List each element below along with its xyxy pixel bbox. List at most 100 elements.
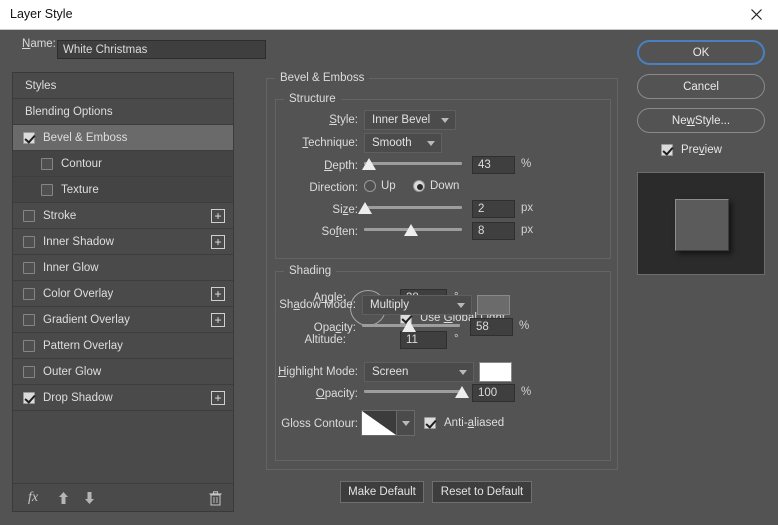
shadow-mode-value: Multiply [370,299,409,311]
gloss-contour-swatch[interactable] [361,410,397,436]
checkbox-indicator[interactable] [23,287,35,300]
effect-item-contour[interactable]: Contour [13,151,233,177]
highlight-opacity-value[interactable]: 100 [472,384,515,402]
add-effect-icon[interactable]: + [211,391,225,405]
gloss-contour-dropdown[interactable] [397,410,415,436]
reset-to-default-button[interactable]: Reset to Default [432,481,532,503]
slider-thumb[interactable] [404,224,419,236]
close-icon[interactable] [734,0,778,29]
shadow-color-swatch[interactable] [477,295,510,315]
effect-item-color-overlay[interactable]: Color Overlay + [13,281,233,307]
highlight-mode-label: Highlight Mode: [278,366,358,378]
effect-item-label: Texture [61,183,99,196]
altitude-value[interactable]: 11 [400,331,447,349]
effect-item-styles[interactable]: Styles [13,73,233,99]
style-select[interactable]: Inner Bevel [364,110,456,130]
make-default-button[interactable]: Make Default [340,481,424,503]
preview-thumbnail [637,172,765,275]
technique-label: Technique: [302,137,358,149]
effect-item-bevel-emboss[interactable]: Bevel & Emboss [13,125,233,151]
effect-item-inner-glow[interactable]: Inner Glow [13,255,233,281]
soften-slider[interactable] [364,223,462,237]
effect-item-label: Gradient Overlay [43,313,130,326]
shadow-opacity-slider[interactable] [362,319,460,333]
effect-item-label: Outer Glow [43,365,102,378]
effect-item-label: Styles [25,79,57,92]
chevron-down-icon [457,303,465,308]
radio-indicator [413,180,425,192]
checkbox-indicator[interactable] [23,235,35,248]
effect-item-label: Color Overlay [43,287,114,300]
structure-group-title: Structure [284,93,341,105]
bevel-emboss-panel: Bevel & Emboss Structure Style: Inner Be… [248,62,618,470]
highlight-mode-select[interactable]: Screen [364,362,474,382]
add-effect-icon[interactable]: + [211,235,225,249]
chevron-down-icon [402,421,410,426]
checkbox-indicator[interactable] [23,131,35,144]
checkbox-indicator [424,417,436,429]
checkbox-indicator[interactable] [23,391,35,404]
add-effect-icon[interactable]: + [211,209,225,223]
soften-label: Soften: [321,226,358,238]
ok-button[interactable]: OK [637,40,765,65]
soften-unit: px [521,224,534,236]
shadow-opacity-unit: % [519,320,530,332]
highlight-opacity-label: Opacity: [315,388,358,400]
direction-radio-down[interactable]: Down [413,180,459,192]
effect-item-inner-shadow[interactable]: Inner Shadow + [13,229,233,255]
checkbox-indicator[interactable] [23,313,35,326]
slider-thumb[interactable] [402,320,417,332]
checkbox-indicator[interactable] [23,261,35,274]
highlight-color-swatch[interactable] [479,362,512,382]
depth-value[interactable]: 43 [472,156,515,174]
effect-item-drop-shadow[interactable]: Drop Shadow + [13,385,233,411]
effect-item-texture[interactable]: Texture [13,177,233,203]
checkbox-indicator[interactable] [23,339,35,352]
window-title: Layer Style [10,7,73,21]
trash-icon[interactable] [205,488,225,508]
style-name-input[interactable] [57,40,266,59]
shadow-opacity-value[interactable]: 58 [470,318,513,336]
direction-radio-up[interactable]: Up [364,180,396,192]
effect-item-blending-options[interactable]: Blending Options [13,99,233,125]
soften-value[interactable]: 8 [472,222,515,240]
add-effect-icon[interactable]: + [211,313,225,327]
style-label: Style: [329,114,358,126]
slider-thumb[interactable] [455,386,469,398]
effect-item-stroke[interactable]: Stroke + [13,203,233,229]
size-slider[interactable] [357,201,462,215]
preview-checkbox[interactable]: Preview [661,144,722,156]
effect-item-pattern-overlay[interactable]: Pattern Overlay [13,333,233,359]
effect-item-gradient-overlay[interactable]: Gradient Overlay + [13,307,233,333]
technique-select[interactable]: Smooth [364,133,442,153]
checkbox-indicator[interactable] [23,209,35,222]
name-label: Name: [22,38,56,50]
move-up-icon[interactable] [53,488,73,508]
slider-track [364,390,462,393]
altitude-unit: ° [454,333,459,345]
effects-list-toolbar: fx [13,483,233,511]
checkbox-indicator[interactable] [41,183,53,196]
add-effect-icon[interactable]: + [211,287,225,301]
style-select-value: Inner Bevel [372,114,431,126]
effect-item-label: Bevel & Emboss [43,131,128,144]
cancel-button[interactable]: Cancel [637,74,765,99]
anti-aliased-checkbox[interactable]: Anti-aliased [424,417,504,429]
new-style-button[interactable]: Ne w Style... [637,108,765,133]
preview-shape [675,199,729,251]
move-down-icon[interactable] [79,488,99,508]
checkbox-indicator[interactable] [41,157,53,170]
slider-thumb[interactable] [357,202,372,214]
effect-item-label: Blending Options [25,105,113,118]
size-value[interactable]: 2 [472,200,515,218]
fx-icon[interactable]: fx [23,488,43,508]
highlight-opacity-slider[interactable] [364,385,469,399]
effects-list-items: Styles Blending Options Bevel & Emboss Cont… [13,73,233,411]
shadow-mode-select[interactable]: Multiply [362,295,472,315]
depth-slider[interactable] [361,157,462,171]
slider-track [364,206,462,209]
direction-label: Direction: [309,182,358,194]
checkbox-indicator[interactable] [23,365,35,378]
slider-thumb[interactable] [361,158,376,170]
effect-item-outer-glow[interactable]: Outer Glow [13,359,233,385]
